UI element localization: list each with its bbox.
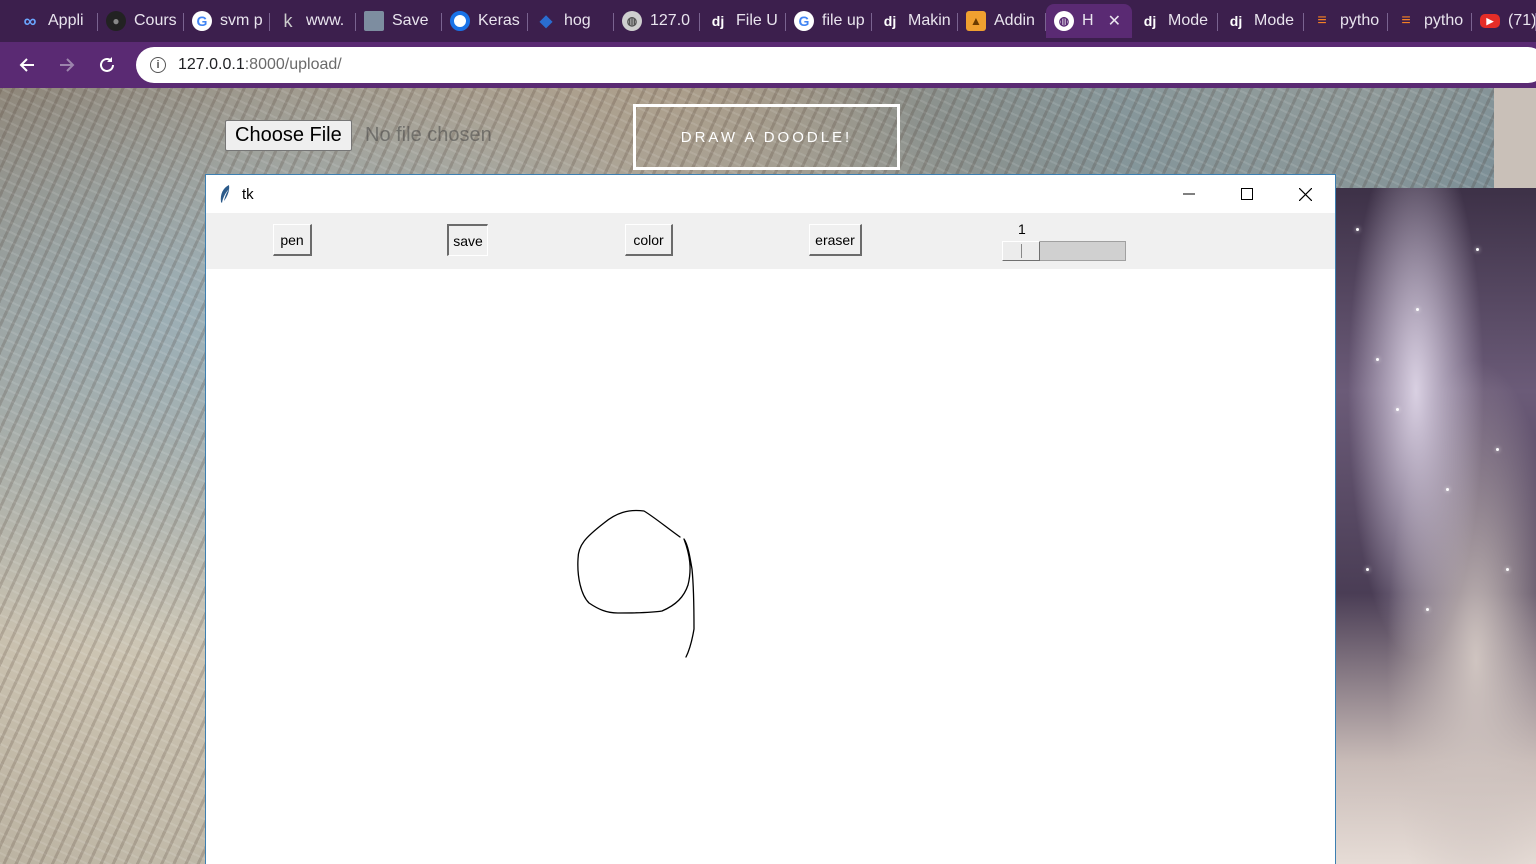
tab-label: hog <box>564 12 591 29</box>
tab-7[interactable]: ◆ hog <box>528 4 614 38</box>
tab-label: pytho <box>1340 12 1380 29</box>
address-bar[interactable]: i 127.0.0.1:8000/upload/ <box>136 47 1536 83</box>
fox-icon: ▲ <box>966 11 986 31</box>
k-icon: k <box>283 10 293 31</box>
django-icon: dj <box>883 13 897 29</box>
choose-file-button[interactable]: Choose File <box>225 120 352 151</box>
save-button[interactable]: save <box>447 224 488 256</box>
navigation-bar: i 127.0.0.1:8000/upload/ <box>0 42 1536 88</box>
tab-label: 127.0 <box>650 12 691 29</box>
tab-18[interactable]: ▶ (71) <box>1472 4 1536 38</box>
url-path: :8000/upload/ <box>244 56 342 73</box>
tab-17[interactable]: ≡ pytho <box>1388 4 1472 38</box>
globe-icon: ◍ <box>1054 11 1074 31</box>
reload-icon <box>100 57 114 72</box>
tab-10[interactable]: Gfile up <box>786 4 872 38</box>
reload-button[interactable] <box>92 50 122 80</box>
tab-label: Appli <box>48 12 84 29</box>
save-icon <box>364 11 384 31</box>
tab-12[interactable]: ▲ Addin <box>958 4 1046 38</box>
tab-label: Addin <box>994 12 1035 29</box>
color-button[interactable]: color <box>625 224 673 256</box>
brush-size-value: 1 <box>1018 221 1026 237</box>
tab-1[interactable]: ∞ Appli <box>12 4 98 38</box>
info-icon[interactable]: i <box>150 57 166 73</box>
doodle-stroke <box>577 509 695 658</box>
maximize-button[interactable] <box>1218 175 1276 213</box>
tab-label: (71) <box>1508 12 1536 29</box>
drawing-canvas[interactable] <box>206 269 1335 864</box>
tk-title-bar[interactable]: tk <box>206 175 1335 213</box>
tab-label: www. <box>306 12 345 29</box>
eraser-button[interactable]: eraser <box>809 224 862 256</box>
tk-toolbar: pen save color eraser 1 <box>206 213 1335 269</box>
tab-label: Mode <box>1168 12 1209 29</box>
background-art-strip <box>1494 88 1536 188</box>
github-icon: ● <box>106 11 126 31</box>
tab-3[interactable]: Gsvm p <box>184 4 270 38</box>
django-icon: dj <box>1229 13 1243 29</box>
tab-active[interactable]: ◍ H ✕ <box>1046 4 1132 38</box>
tab-label: Mode <box>1254 12 1295 29</box>
globe-icon: ◍ <box>622 11 642 31</box>
stackoverflow-icon: ≡ <box>1317 12 1327 29</box>
no-file-chosen-text: No file chosen <box>365 124 492 146</box>
tab-label: Makin <box>908 12 951 29</box>
brush-size-slider-handle[interactable] <box>1002 241 1040 261</box>
django-icon: dj <box>711 13 725 29</box>
tab-15[interactable]: dj Mode <box>1218 4 1304 38</box>
google-icon: G <box>794 11 814 31</box>
tab-strip: ∞ Appli ● Cours Gsvm p k www. Save Keras ◆ h… <box>0 0 1536 42</box>
tab-2[interactable]: ● Cours <box>98 4 184 38</box>
window-title: tk <box>242 185 254 203</box>
tab-label: svm p <box>220 12 263 29</box>
draw-doodle-button[interactable]: DRAW A DOODLE! <box>633 104 900 170</box>
tab-5[interactable]: Save <box>356 4 442 38</box>
tab-label: pytho <box>1424 12 1464 29</box>
back-button[interactable] <box>12 50 42 80</box>
tab-4[interactable]: k www. <box>270 4 356 38</box>
keras-icon <box>450 11 470 31</box>
tab-label: H <box>1082 12 1094 29</box>
tab-9[interactable]: dj File U <box>700 4 786 38</box>
url-host: 127.0.0.1 <box>178 56 245 73</box>
infinity-icon: ∞ <box>23 10 37 31</box>
close-tab-icon[interactable]: ✕ <box>1108 11 1121 31</box>
tab-label: file up <box>822 12 865 29</box>
tab-label: Save <box>392 12 429 29</box>
close-button[interactable] <box>1276 175 1334 213</box>
tab-label: File U <box>736 12 778 29</box>
tab-11[interactable]: dj Makin <box>872 4 958 38</box>
tab-label: Keras <box>478 12 520 29</box>
django-icon: dj <box>1143 13 1157 29</box>
hog-icon: ◆ <box>539 13 553 30</box>
tab-label: Cours <box>134 12 177 29</box>
tab-16[interactable]: ≡ pytho <box>1304 4 1388 38</box>
close-icon <box>1298 187 1312 201</box>
feather-icon <box>220 185 230 203</box>
stackoverflow-icon: ≡ <box>1401 12 1411 29</box>
tab-14[interactable]: dj Mode <box>1132 4 1218 38</box>
back-arrow-icon <box>19 58 34 72</box>
forward-arrow-icon <box>60 58 75 72</box>
tab-8[interactable]: ◍ 127.0 <box>614 4 700 38</box>
canvas-drawing <box>577 509 695 658</box>
minimize-button[interactable] <box>1160 175 1218 213</box>
maximize-icon <box>1241 188 1253 200</box>
tk-window: tk pen save color eraser 1 <box>205 174 1336 864</box>
tab-6[interactable]: Keras <box>442 4 528 38</box>
google-icon: G <box>192 11 212 31</box>
youtube-icon: ▶ <box>1480 14 1500 28</box>
pen-button[interactable]: pen <box>273 224 312 256</box>
forward-button[interactable] <box>52 50 82 80</box>
background-art-panel <box>1336 188 1536 864</box>
minimize-icon <box>1183 193 1195 195</box>
